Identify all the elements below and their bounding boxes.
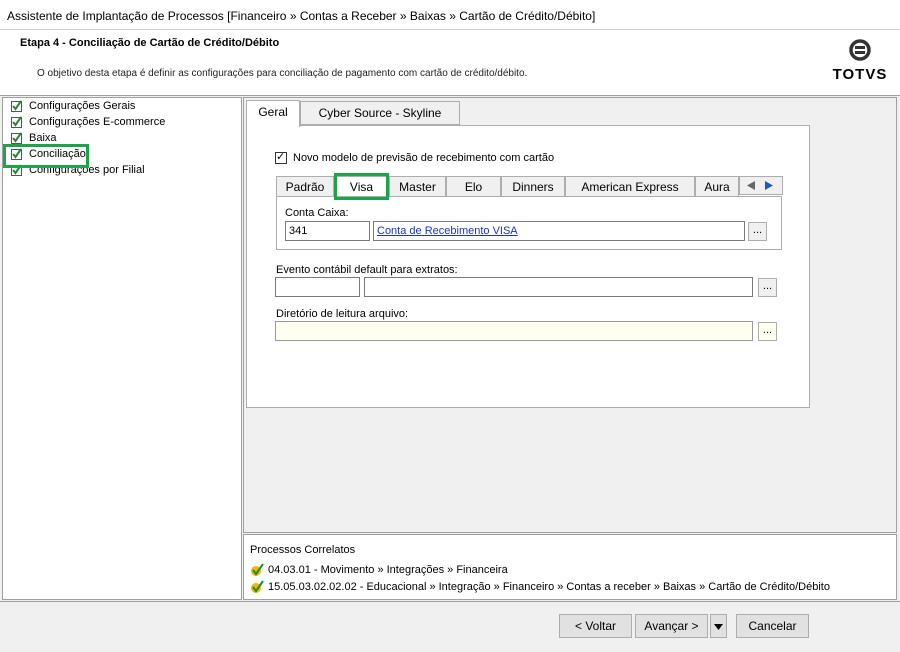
card-tab-master[interactable]: Master <box>389 176 446 197</box>
card-tab-label: American Express <box>581 180 679 194</box>
novo-modelo-label: Novo modelo de previsão de recebimento c… <box>293 152 555 164</box>
next-button[interactable]: Avançar > <box>635 614 708 638</box>
diretorio-label: Diretório de leitura arquivo: <box>276 308 409 320</box>
related-processes-panel: Processos Correlatos 04.03.01 - Moviment… <box>243 534 897 600</box>
card-tab-padrao[interactable]: Padrão <box>276 176 334 197</box>
evento-desc-field[interactable] <box>364 277 753 297</box>
evento-label: Evento contábil default para extratos: <box>276 264 458 276</box>
conta-caixa-browse-button[interactable]: ... <box>748 222 767 241</box>
conta-caixa-label: Conta Caixa: <box>285 207 349 219</box>
totvs-logo-icon <box>849 39 871 61</box>
cancel-button[interactable]: Cancelar <box>736 614 809 638</box>
card-tab-elo[interactable]: Elo <box>446 176 501 197</box>
evento-code-input[interactable] <box>275 277 360 297</box>
tab-geral[interactable]: Geral <box>246 100 300 127</box>
tab-scroll-buttons <box>739 176 783 195</box>
steps-tree: Configurações Gerais Configurações E-com… <box>2 97 242 600</box>
next-dropdown-button[interactable] <box>710 614 727 638</box>
conta-caixa-link[interactable]: Conta de Recebimento VISA <box>377 225 518 237</box>
tab-label: Cyber Source - Skyline <box>318 106 442 120</box>
tree-item-label: Baixa <box>29 132 57 144</box>
back-button[interactable]: < Voltar <box>559 614 632 638</box>
checked-icon <box>11 100 22 112</box>
diretorio-browse-button[interactable]: ... <box>758 322 777 341</box>
highlight-box-visa <box>334 173 389 200</box>
related-title: Processos Correlatos <box>250 544 356 556</box>
process-icon <box>251 563 264 576</box>
main-panel: Geral Cyber Source - Skyline Novo modelo… <box>243 97 897 533</box>
related-item-label: 15.05.03.02.02.02 - Educacional » Integr… <box>268 581 830 593</box>
totvs-logo: TOTVS <box>830 38 890 83</box>
card-tab-panel: Conta Caixa: 341 Conta de Recebimento VI… <box>276 196 782 250</box>
related-item-label: 04.03.01 - Movimento » Integrações » Fin… <box>268 564 508 576</box>
conta-caixa-code-input[interactable]: 341 <box>285 221 370 241</box>
process-icon <box>251 580 264 593</box>
card-tab-label: Aura <box>704 180 730 194</box>
tab-content-geral: Novo modelo de previsão de recebimento c… <box>246 125 810 408</box>
chevron-down-icon <box>714 624 723 630</box>
tab-cyber-source[interactable]: Cyber Source - Skyline <box>300 101 460 125</box>
card-tab-label: Master <box>399 180 436 194</box>
wizard-footer: < Voltar Avançar > Cancelar <box>0 601 900 652</box>
tree-item-label: Configurações E-commerce <box>29 116 166 128</box>
card-tab-dinners[interactable]: Dinners <box>501 176 565 197</box>
checked-icon <box>11 116 22 128</box>
tree-item-label: Configurações Gerais <box>29 100 136 112</box>
card-tabs: Padrão Visa Master Elo Dinners American … <box>276 173 786 200</box>
card-tab-label: Padrão <box>285 180 325 194</box>
diretorio-input[interactable] <box>275 321 753 341</box>
window-title: Assistente de Implantação de Processos [… <box>7 9 596 23</box>
conta-caixa-desc-field[interactable]: Conta de Recebimento VISA <box>373 221 745 241</box>
step-title: Etapa 4 - Conciliação de Cartão de Crédi… <box>20 37 280 49</box>
scroll-right-icon[interactable] <box>764 180 774 191</box>
highlight-box-conciliacao <box>3 144 89 168</box>
checked-icon <box>11 132 22 144</box>
step-description: O objetivo desta etapa é definir as conf… <box>37 68 528 79</box>
tab-label: Geral <box>258 105 288 119</box>
logo-text: TOTVS <box>832 66 888 83</box>
wizard-header: Etapa 4 - Conciliação de Cartão de Crédi… <box>0 30 900 96</box>
window-titlebar: Assistente de Implantação de Processos [… <box>0 0 900 30</box>
scroll-left-icon[interactable] <box>746 180 756 191</box>
card-tab-aura[interactable]: Aura <box>695 176 739 197</box>
evento-browse-button[interactable]: ... <box>758 278 777 297</box>
card-tab-label: Elo <box>464 180 483 194</box>
card-tab-label: Dinners <box>512 180 554 194</box>
novo-modelo-checkbox[interactable] <box>275 150 287 164</box>
card-tab-american-express[interactable]: American Express <box>565 176 695 197</box>
